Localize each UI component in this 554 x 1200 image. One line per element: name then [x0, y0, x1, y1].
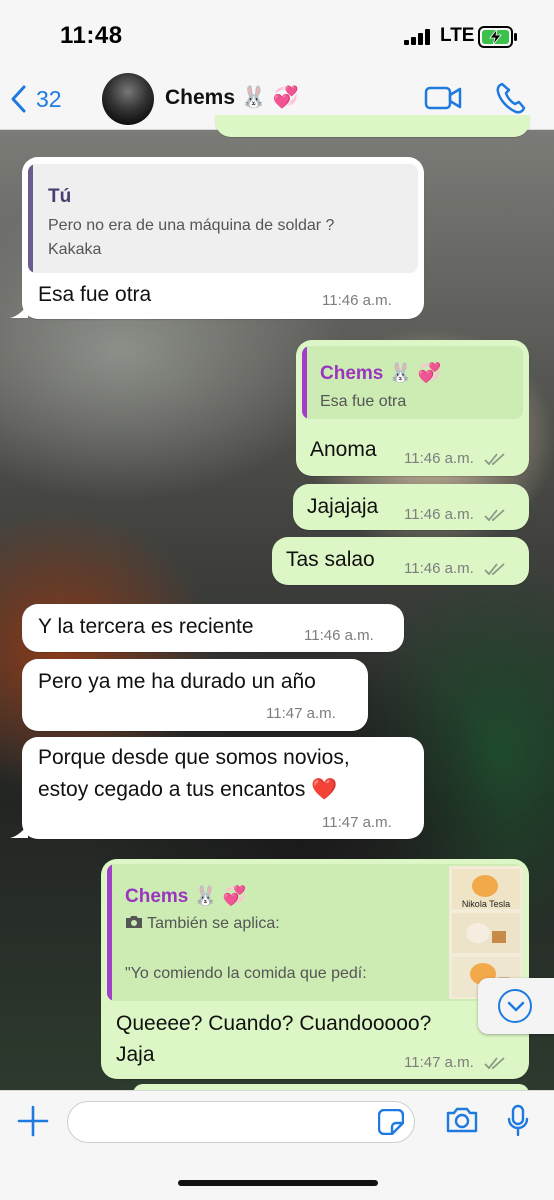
camera-icon[interactable] [445, 1106, 479, 1134]
quote-text-line: Pero no era de una máquina de soldar ? [48, 217, 335, 234]
contact-name-text: Chems [165, 86, 236, 109]
message-time: 11:46 a.m. [304, 627, 374, 644]
message-time: 11:46 a.m. [404, 560, 474, 577]
partial-outgoing-bubble [215, 115, 530, 137]
quote-text: Esa fue otra [320, 393, 407, 410]
quote-media-label: También se aplica: [125, 912, 280, 936]
contact-name[interactable]: Chems 🐰 💞 [165, 86, 299, 110]
plus-icon[interactable] [17, 1105, 49, 1137]
quoted-message[interactable]: Chems 🐰 💞 Esa fue otra [302, 346, 523, 419]
thumbnail-panel: Nikola Tesla [452, 869, 520, 909]
microphone-icon[interactable] [506, 1104, 530, 1138]
read-receipt-icon [484, 1057, 505, 1070]
message-text: Pero ya me ha durado un año [38, 670, 316, 693]
thumbnail-caption: Nikola Tesla [461, 899, 511, 909]
message-text: Y la tercera es reciente [38, 615, 254, 638]
bubble-tail [10, 824, 28, 838]
status-bar: 11:48 LTE [0, 0, 554, 70]
incoming-message-bubble[interactable]: Tú Pero no era de una máquina de soldar … [22, 157, 424, 319]
message-input[interactable] [67, 1101, 415, 1143]
scroll-to-bottom-button[interactable] [478, 978, 554, 1034]
quoted-message[interactable]: Tú Pero no era de una máquina de soldar … [28, 164, 418, 273]
battery-charging-icon [478, 26, 517, 48]
incoming-message-bubble[interactable]: Porque desde que somos novios, estoy ceg… [22, 737, 424, 839]
message-text-line: Queeee? Cuando? Cuandooooo? [116, 1012, 432, 1035]
quote-accent-bar [302, 346, 307, 419]
outgoing-message-bubble[interactable]: Chems 🐰 💞 También se aplica: "Yo comiend… [101, 859, 529, 1079]
thumbnail-panel [452, 913, 520, 953]
contact-avatar[interactable] [102, 73, 154, 125]
chevron-left-icon [11, 85, 26, 113]
quote-accent-bar [107, 864, 112, 1001]
message-meta: 11:46 a.m. [404, 560, 506, 577]
quote-text-line: Kakaka [48, 241, 102, 258]
home-indicator [178, 1180, 378, 1186]
bubble-tail [10, 304, 28, 318]
message-meta: 11:46 a.m. [404, 450, 506, 467]
phone-icon[interactable] [496, 82, 526, 114]
message-time: 11:47 a.m. [266, 705, 336, 722]
message-text-line: Jaja [116, 1043, 155, 1066]
chevron-down-icon [507, 1001, 525, 1012]
message-text: Anoma [310, 438, 377, 461]
message-time: 11:46 a.m. [322, 292, 392, 309]
message-time: 11:47 a.m. [322, 814, 392, 831]
outgoing-message-bubble[interactable]: Tas salao 11:46 a.m. [272, 537, 529, 585]
quoted-message[interactable]: Chems 🐰 💞 También se aplica: "Yo comiend… [107, 864, 523, 1001]
read-receipt-icon [484, 453, 505, 466]
message-time: 11:46 a.m. [404, 506, 474, 523]
message-text: Tas salao [286, 548, 375, 571]
quote-author: Tú [48, 186, 72, 207]
sticker-icon[interactable] [378, 1109, 404, 1135]
network-type: LTE [440, 25, 475, 46]
quote-author: Chems 🐰 💞 [125, 886, 247, 907]
incoming-message-bubble[interactable]: Pero ya me ha durado un año 11:47 a.m. [22, 659, 368, 731]
unread-chats-count: 32 [36, 85, 62, 112]
status-time: 11:48 [60, 22, 123, 49]
camera-small-icon [126, 916, 142, 928]
message-text-line: estoy cegado a tus encantos ❤️ [38, 778, 338, 801]
message-meta: 11:46 a.m. [404, 506, 506, 523]
back-button[interactable]: 32 [10, 82, 62, 116]
quote-author: Chems 🐰 💞 [320, 363, 442, 384]
message-meta: 11:47 a.m. [404, 1054, 506, 1071]
message-text-line: Porque desde que somos novios, [38, 746, 350, 769]
signal-strength-icon [404, 29, 430, 45]
incoming-message-bubble[interactable]: Y la tercera es reciente 11:46 a.m. [22, 604, 404, 652]
read-receipt-icon [484, 563, 505, 576]
quote-accent-bar [28, 164, 33, 273]
outgoing-message-bubble[interactable]: Chems 🐰 💞 Esa fue otra Anoma 11:46 a.m. [296, 340, 529, 476]
message-time: 11:47 a.m. [404, 1054, 474, 1071]
contact-name-emoji: 🐰 💞 [240, 86, 300, 109]
video-camera-icon[interactable] [424, 85, 462, 111]
outgoing-message-bubble[interactable]: Jajajaja 11:46 a.m. [293, 484, 529, 530]
message-text: Esa fue otra [38, 283, 152, 306]
message-text: Jajajaja [307, 495, 379, 518]
message-time: 11:46 a.m. [404, 450, 474, 467]
read-receipt-icon [484, 509, 505, 522]
quote-text: "Yo comiendo la comida que pedí: [125, 965, 367, 982]
